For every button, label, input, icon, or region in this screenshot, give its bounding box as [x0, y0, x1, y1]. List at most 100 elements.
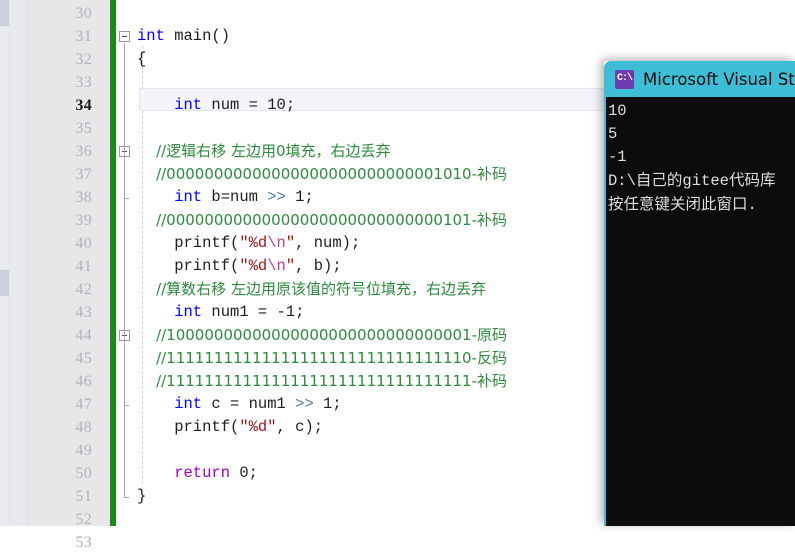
fold-end-tick	[124, 198, 129, 199]
code-token: "%d"	[239, 418, 277, 436]
code-line[interactable]: //11111111111111111111111111111111-补码	[137, 370, 507, 393]
line-number: 48	[75, 419, 92, 436]
line-number: 39	[75, 212, 92, 229]
code-token: , b);	[295, 257, 342, 275]
code-line[interactable]: //逻辑右移 左边用0填充，右边丢弃	[137, 140, 391, 163]
code-line[interactable]: int c = num1 >> 1;	[137, 393, 341, 416]
code-token: printf(	[137, 418, 240, 436]
code-token: //00000000000000000000000000000101-补码	[137, 211, 507, 229]
line-number: 45	[75, 350, 92, 367]
console-output-line: D:\自己的gitee代码库	[608, 169, 795, 193]
code-token: int	[137, 96, 203, 114]
line-number: 37	[75, 166, 92, 183]
code-token: 1;	[285, 188, 314, 206]
console-text-run: 自己的	[635, 171, 683, 189]
console-output-line: 5	[608, 125, 618, 143]
code-token: b=num	[202, 188, 268, 206]
console-output-line: 按任意键关闭此窗口.	[608, 193, 795, 217]
line-number: 49	[75, 442, 92, 459]
code-line[interactable]: //10000000000000000000000000000001-原码	[137, 324, 507, 347]
line-number: 46	[75, 373, 92, 390]
line-number: 32	[75, 51, 92, 68]
code-token: ()	[211, 27, 231, 45]
console-title: Microsoft Visual Studio	[643, 69, 795, 89]
line-number: 35	[75, 120, 92, 137]
console-output-line: -1	[608, 148, 627, 166]
line-number: 30	[75, 5, 92, 22]
code-line[interactable]: printf("%d\n", num);	[137, 232, 360, 255]
outline-marker	[0, 0, 9, 26]
code-token: //逻辑右移 左边用0填充，右边丢弃	[137, 142, 391, 160]
code-token: num	[202, 96, 249, 114]
console-titlebar[interactable]: C:\ Microsoft Visual Studio	[604, 61, 795, 97]
line-number: 40	[75, 235, 92, 252]
code-line[interactable]: //算数右移 左边用原该值的符号位填充，右边丢弃	[137, 278, 486, 301]
code-line[interactable]: printf("%d", c);	[137, 416, 323, 439]
line-number: 34	[75, 97, 92, 114]
code-token: }	[137, 487, 147, 505]
console-icon-glyph: C:\	[616, 73, 633, 84]
code-line[interactable]: //00000000000000000000000000001010-补码	[137, 163, 507, 186]
code-line[interactable]: //00000000000000000000000000000101-补码	[137, 209, 507, 232]
code-token: >>	[267, 188, 286, 206]
console-text-run: 按任意键关闭此窗口	[608, 195, 748, 213]
console-window[interactable]: C:\ Microsoft Visual Studio 10 5 -1 D:\自己的g…	[604, 61, 795, 526]
code-line[interactable]: //11111111111111111111111111111110-反码	[137, 347, 507, 370]
code-token: \n	[267, 234, 286, 252]
line-number: 43	[75, 304, 92, 321]
code-token: "	[285, 234, 296, 252]
code-token: main	[164, 27, 212, 45]
code-token: //10000000000000000000000000000001-原码	[137, 326, 507, 344]
console-output-area[interactable]: 10 5 -1 D:\自己的gitee代码库 按任意键关闭此窗口.	[604, 97, 795, 526]
code-token: int	[137, 395, 203, 413]
fold-connector	[124, 158, 125, 198]
code-token: , c);	[276, 418, 324, 436]
code-line[interactable]: }	[137, 485, 146, 508]
code-token: >>	[295, 395, 314, 413]
code-line[interactable]: int main()	[137, 25, 230, 48]
code-folding-column[interactable]	[117, 0, 137, 526]
code-line[interactable]: int num1 = -1;	[137, 301, 304, 324]
line-number: 47	[75, 396, 92, 413]
line-number: 52	[75, 511, 92, 528]
fold-connector	[124, 342, 125, 405]
code-token: 0;	[230, 464, 258, 482]
line-number: 42	[75, 281, 92, 298]
line-number: 33	[75, 74, 92, 91]
code-token: printf(	[137, 234, 240, 252]
change-indicator-bar	[110, 0, 116, 526]
line-number: 38	[75, 189, 92, 206]
console-text-run: gitee	[682, 172, 729, 190]
code-token: //00000000000000000000000000001010-补码	[137, 165, 507, 183]
fold-toggle-icon[interactable]	[119, 31, 130, 42]
line-number: 41	[75, 258, 92, 275]
code-token: "	[285, 257, 296, 275]
code-token: //11111111111111111111111111111111-补码	[137, 372, 507, 390]
code-line[interactable]: {	[137, 48, 146, 71]
code-token: , num);	[295, 234, 361, 252]
console-text-run: .	[747, 196, 757, 214]
line-number: 44	[75, 327, 92, 344]
code-token: 10;	[257, 96, 296, 114]
code-token: int	[137, 303, 203, 321]
console-output-line: 10	[608, 102, 627, 120]
console-text-run: D:\	[608, 172, 636, 190]
code-line[interactable]: int b=num >> 1;	[137, 186, 314, 209]
fold-connector	[124, 43, 125, 497]
code-token: "%d	[239, 234, 268, 252]
code-line[interactable]: return 0;	[137, 462, 258, 485]
line-number: 53	[75, 534, 92, 551]
code-token: {	[137, 50, 147, 68]
code-line[interactable]: printf("%d\n", b);	[137, 255, 342, 278]
document-outline-strip[interactable]	[0, 0, 10, 526]
code-token: //11111111111111111111111111111110-反码	[137, 349, 507, 367]
console-window-icon: C:\	[615, 69, 634, 89]
line-number: 36	[75, 143, 92, 160]
fold-end-tick	[124, 405, 129, 406]
code-token: num1 = -1;	[202, 303, 305, 321]
code-token: "%d	[239, 257, 268, 275]
code-line[interactable]: int num = 10;	[137, 94, 295, 117]
code-token: //算数右移 左边用原该值的符号位填充，右边丢弃	[137, 280, 486, 298]
code-token: int	[137, 27, 165, 45]
code-token: printf(	[137, 257, 240, 275]
